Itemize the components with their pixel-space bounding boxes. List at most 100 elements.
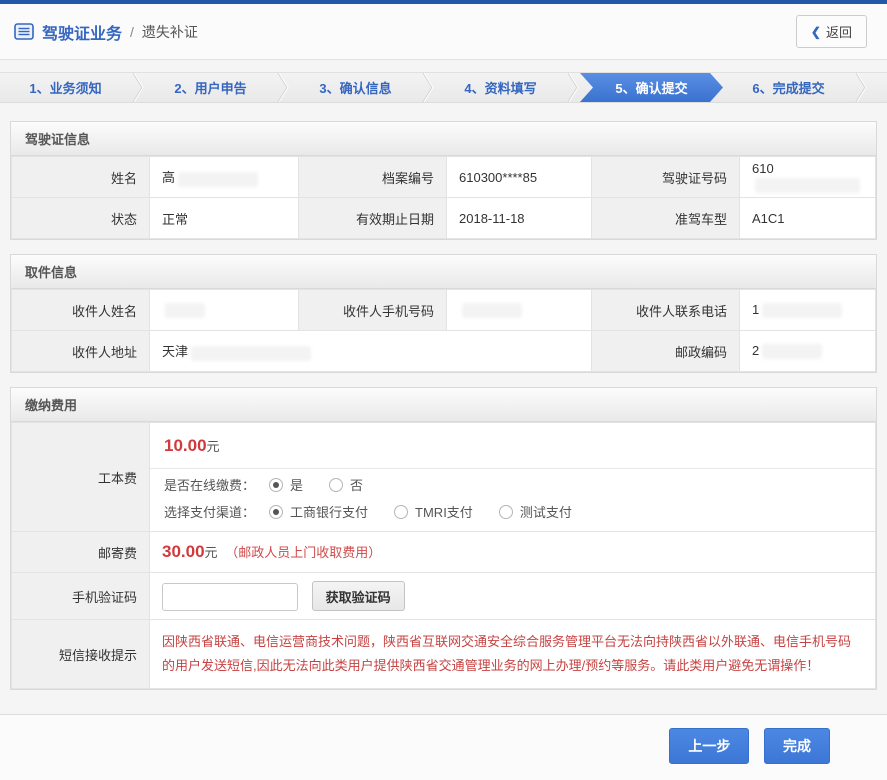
step-2-user-declaration[interactable]: 2、用户申告 — [145, 73, 276, 102]
redacted-blob — [755, 178, 860, 193]
step-5-confirm-submit[interactable]: 5、确认提交 — [580, 73, 723, 102]
sms-code-label: 手机验证码 — [12, 573, 150, 620]
sms-notice-cell: 因陕西省联通、电信运营商技术问题，陕西省互联网交通安全综合服务管理平台无法向持陕… — [150, 620, 876, 689]
breadcrumb: 驾驶证业务 / 遗失补证 — [14, 20, 198, 44]
production-fee-amount-line: 10.00元 — [150, 423, 875, 469]
pickup-info-panel: 取件信息 收件人姓名 收件人手机号码 收件人联系电话 1 收件人地址 天津 邮政… — [10, 254, 877, 373]
status-label: 状态 — [12, 198, 150, 239]
step-separator-icon — [131, 73, 145, 102]
table-row: 手机验证码 获取验证码 — [12, 573, 876, 620]
production-fee-amount: 10.00 — [164, 436, 207, 455]
pay-channel-question: 选择支付渠道： — [164, 502, 255, 521]
address-value: 天津 — [150, 331, 592, 372]
table-row: 姓名 高 档案编号 610300****85 驾驶证号码 610 — [12, 157, 876, 198]
step-separator-icon — [566, 73, 580, 102]
back-button-label: 返回 — [826, 22, 852, 41]
radio-option-label: 工商银行支付 — [290, 502, 368, 521]
recipient-phone-label: 收件人联系电话 — [592, 290, 740, 331]
page-header: 驾驶证业务 / 遗失补证 ❮ 返回 — [0, 4, 887, 60]
radio-option-label: TMRI支付 — [415, 502, 473, 521]
table-row: 短信接收提示 因陕西省联通、电信运营商技术问题，陕西省互联网交通安全综合服务管理… — [12, 620, 876, 689]
license-info-panel: 驾驶证信息 姓名 高 档案编号 610300****85 驾驶证号码 610 状… — [10, 121, 877, 240]
redacted-blob — [462, 303, 522, 318]
radio-icon[interactable] — [269, 478, 283, 492]
license-list-icon — [14, 23, 34, 40]
finish-button[interactable]: 完成 — [764, 728, 830, 764]
mail-fee-unit: 元 — [205, 545, 218, 560]
step-separator-icon — [854, 73, 868, 102]
sms-code-input[interactable] — [162, 583, 298, 611]
step-3-confirm-info[interactable]: 3、确认信息 — [290, 73, 421, 102]
table-row: 收件人地址 天津 邮政编码 2 — [12, 331, 876, 372]
online-pay-option-yes[interactable]: 是 — [269, 475, 303, 494]
mail-fee-note: （邮政人员上门收取费用） — [225, 545, 381, 560]
mail-fee-label: 邮寄费 — [12, 532, 150, 573]
step-separator-icon — [276, 73, 290, 102]
redacted-blob — [762, 344, 822, 359]
production-fee-cell: 10.00元 是否在线缴费： 是 否 选择支 — [150, 423, 876, 532]
step-1-business-notice[interactable]: 1、业务须知 — [0, 73, 131, 102]
expiry-label: 有效期止日期 — [299, 198, 447, 239]
pickup-info-section-title: 取件信息 — [11, 255, 876, 289]
sms-code-cell: 获取验证码 — [150, 573, 876, 620]
vehicle-type-value: A1C1 — [740, 198, 876, 239]
online-pay-option-no[interactable]: 否 — [329, 475, 363, 494]
mail-fee-cell: 30.00元 （邮政人员上门收取费用） — [150, 532, 876, 573]
page-subtitle: 遗失补证 — [142, 22, 198, 42]
previous-step-button[interactable]: 上一步 — [669, 728, 749, 764]
vehicle-type-label: 准驾车型 — [592, 198, 740, 239]
redacted-blob — [178, 172, 258, 187]
postcode-label: 邮政编码 — [592, 331, 740, 372]
file-no-label: 档案编号 — [299, 157, 447, 198]
sms-notice-label: 短信接收提示 — [12, 620, 150, 689]
pay-channel-option-row: 选择支付渠道： 工商银行支付 TMRI支付 测试支付 — [150, 496, 875, 531]
step-bar-filler — [868, 73, 887, 102]
channel-option-tmri[interactable]: TMRI支付 — [394, 502, 473, 521]
step-4-fill-materials[interactable]: 4、资料填写 — [435, 73, 566, 102]
radio-option-label: 是 — [290, 475, 303, 494]
recipient-phone-value: 1 — [740, 290, 876, 331]
step-6-complete-submit[interactable]: 6、完成提交 — [723, 73, 854, 102]
back-chevron-icon: ❮ — [811, 25, 821, 39]
redacted-blob — [762, 303, 842, 318]
name-label: 姓名 — [12, 157, 150, 198]
table-row: 邮寄费 30.00元 （邮政人员上门收取费用） — [12, 532, 876, 573]
online-pay-question: 是否在线缴费： — [164, 475, 255, 494]
radio-option-label: 否 — [350, 475, 363, 494]
fees-section-title: 缴纳费用 — [11, 388, 876, 422]
address-label: 收件人地址 — [12, 331, 150, 372]
channel-option-test[interactable]: 测试支付 — [499, 502, 572, 521]
recipient-name-label: 收件人姓名 — [12, 290, 150, 331]
recipient-mobile-label: 收件人手机号码 — [299, 290, 447, 331]
step-progress-bar: 1、业务须知 2、用户申告 3、确认信息 4、资料填写 5、确认提交 6、完成提… — [0, 72, 887, 103]
step-separator-icon — [421, 73, 435, 102]
mail-fee-amount: 30.00 — [162, 542, 205, 561]
table-row: 收件人姓名 收件人手机号码 收件人联系电话 1 — [12, 290, 876, 331]
channel-option-icbc[interactable]: 工商银行支付 — [269, 502, 368, 521]
recipient-mobile-value — [447, 290, 592, 331]
table-row: 状态 正常 有效期止日期 2018-11-18 准驾车型 A1C1 — [12, 198, 876, 239]
postcode-value: 2 — [740, 331, 876, 372]
table-row: 工本费 10.00元 是否在线缴费： 是 否 — [12, 423, 876, 532]
footer-action-bar: 上一步 完成 — [0, 714, 887, 780]
radio-icon[interactable] — [499, 505, 513, 519]
sms-notice-text: 因陕西省联通、电信运营商技术问题，陕西省互联网交通安全综合服务管理平台无法向持陕… — [162, 624, 863, 684]
license-no-value: 610 — [740, 157, 876, 198]
production-fee-label: 工本费 — [12, 423, 150, 532]
online-pay-option-row: 是否在线缴费： 是 否 — [150, 469, 875, 496]
radio-icon[interactable] — [394, 505, 408, 519]
get-sms-code-button[interactable]: 获取验证码 — [312, 581, 405, 611]
recipient-name-value — [150, 290, 299, 331]
page-title: 驾驶证业务 — [42, 20, 122, 44]
redacted-blob — [165, 303, 205, 318]
fees-panel: 缴纳费用 工本费 10.00元 是否在线缴费： 是 — [10, 387, 877, 690]
status-value: 正常 — [150, 198, 299, 239]
radio-icon[interactable] — [269, 505, 283, 519]
radio-icon[interactable] — [329, 478, 343, 492]
breadcrumb-divider: / — [130, 24, 134, 40]
redacted-blob — [191, 346, 311, 361]
file-no-value: 610300****85 — [447, 157, 592, 198]
back-button[interactable]: ❮ 返回 — [796, 15, 867, 48]
name-value: 高 — [150, 157, 299, 198]
license-no-label: 驾驶证号码 — [592, 157, 740, 198]
